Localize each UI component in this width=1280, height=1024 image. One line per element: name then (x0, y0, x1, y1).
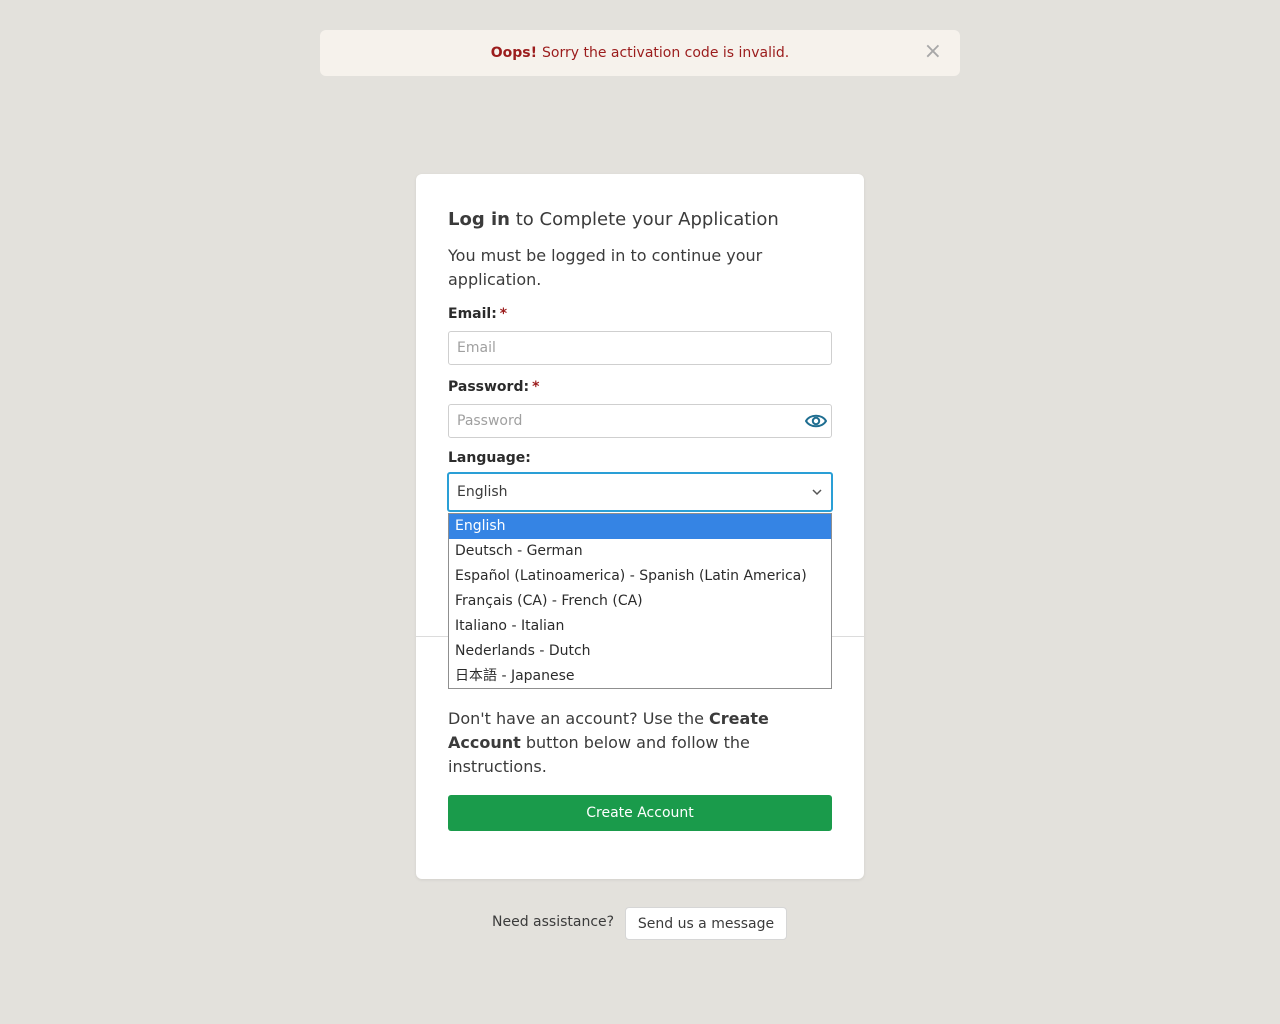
title-strong: Log in (448, 209, 510, 230)
language-option-italian[interactable]: Italiano - Italian (449, 614, 831, 639)
eye-icon[interactable] (805, 412, 827, 430)
chevron-down-icon (812, 489, 822, 496)
language-option-dutch[interactable]: Nederlands - Dutch (449, 639, 831, 664)
title-rest: to Complete your Application (509, 209, 779, 230)
required-mark: * (532, 379, 540, 395)
send-message-button[interactable]: Send us a message (625, 907, 787, 940)
language-option-english[interactable]: English (449, 514, 831, 539)
language-option-japanese[interactable]: 日本語 - Japanese (449, 664, 831, 689)
signup-text: Don't have an account? Use the Create Ac… (448, 707, 832, 779)
need-assistance-text: Need assistance? (492, 914, 615, 930)
password-label: Password: * (448, 379, 539, 395)
email-field[interactable] (448, 331, 832, 365)
password-label-text: Password: (448, 379, 530, 395)
signup-text-1: Don't have an account? Use the (448, 709, 710, 728)
alert-message: Sorry the activation code is invalid. (542, 45, 790, 61)
email-label-text: Email: (448, 306, 497, 322)
create-account-button[interactable]: Create Account (448, 795, 832, 831)
close-icon[interactable]: × (924, 41, 942, 63)
required-mark: * (499, 306, 508, 322)
language-label: Language: (448, 450, 531, 466)
alert-strong: Oops! (490, 45, 537, 61)
page-title: Log in to Complete your Application (448, 209, 779, 230)
language-select[interactable]: English (447, 472, 833, 512)
login-intro: You must be logged in to continue your a… (448, 246, 763, 289)
language-dropdown: English Deutsch - German Español (Latino… (448, 513, 832, 689)
password-field[interactable] (448, 404, 832, 438)
language-option-german[interactable]: Deutsch - German (449, 539, 831, 564)
language-select-value: English (457, 484, 508, 500)
language-option-french[interactable]: Français (CA) - French (CA) (449, 589, 831, 614)
language-option-spanish[interactable]: Español (Latinoamerica) - Spanish (Latin… (449, 564, 831, 589)
email-label: Email: * (448, 306, 507, 322)
error-alert: Oops! Sorry the activation code is inval… (320, 30, 960, 76)
